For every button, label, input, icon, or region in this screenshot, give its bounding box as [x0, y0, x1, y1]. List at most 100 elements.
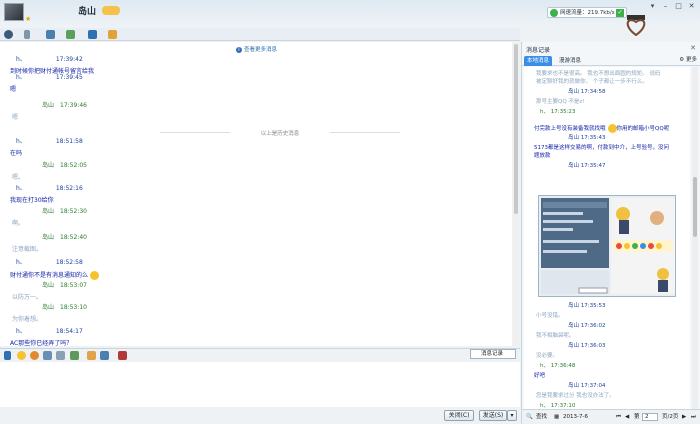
message-input[interactable] [0, 362, 520, 407]
history-scrollbar[interactable] [692, 67, 698, 409]
send-button[interactable]: 发送(S) [479, 410, 507, 421]
history-message-header: h、 17:36:48 [540, 363, 575, 370]
network-flow[interactable]: 网速流量：219.7kb/s ✓ [547, 7, 627, 18]
voice-call-icon[interactable] [24, 30, 30, 39]
history-message-content: 岛山 17:36:02 [568, 323, 606, 329]
message-text[interactable]: 在吗 [10, 150, 22, 157]
message-header: h、 18:52:16 [16, 185, 83, 192]
next-page-icon[interactable]: ▶ [682, 410, 686, 424]
file-transfer-icon[interactable] [46, 30, 55, 39]
message-text[interactable]: 嗯 [12, 114, 18, 121]
message-sender: h、 [16, 185, 26, 192]
history-message-content: h、 17:35:23 [540, 109, 576, 115]
history-message-text: 5173都是这样交易的啊，付款到中介，上号验号，没问 [534, 145, 669, 152]
message-text[interactable]: 我现在打30给你 [10, 197, 54, 204]
message-sender: 岛山 [42, 304, 55, 311]
image-icon[interactable] [70, 351, 79, 360]
message-header: h、 18:51:58 [16, 138, 83, 145]
message-history-button[interactable]: 消息记录 [470, 349, 516, 359]
screenshot-image[interactable] [538, 195, 676, 297]
history-divider: 以上是历史消息 [160, 129, 400, 137]
scrollbar-thumb[interactable] [514, 44, 518, 214]
history-list[interactable]: 我要求也不是很高。 我也不想出面圆的规矩。 说码 被定聊好我的就做你。 个子都让一… [524, 67, 690, 409]
page-prefix: 第 [634, 414, 640, 420]
close-window-button[interactable]: ✕ [686, 2, 697, 11]
gift-icon[interactable] [118, 351, 127, 360]
message-text[interactable]: 嗯 [10, 86, 16, 93]
last-page-icon[interactable]: ⏭ [691, 410, 696, 424]
voice-message-icon[interactable] [56, 351, 65, 360]
message-time: 18:54:17 [55, 328, 83, 335]
more-apps-icon[interactable] [108, 30, 117, 39]
message-sender: 岛山 [42, 208, 55, 215]
network-flow-label: 网速流量：219.7kb/s [560, 10, 615, 16]
message-text[interactable]: 啊。 [12, 220, 24, 227]
history-scrollbar-thumb[interactable] [693, 177, 697, 237]
history-tabs: 本地消息 漫游消息 [522, 55, 700, 66]
message-text[interactable]: 以防万一。 [12, 294, 42, 301]
shake-icon[interactable] [43, 351, 52, 360]
chat-scrollbar[interactable] [513, 42, 519, 346]
message-sender: h、 [16, 74, 26, 81]
message-sender: 岛山 [42, 162, 55, 169]
history-message-text: 好吧 [534, 373, 545, 380]
history-message-content: 我要求也不是很高。 我也不想出面圆的规矩。 说码 [536, 71, 661, 77]
menu-icon[interactable]: ▾ [647, 2, 658, 11]
message-time: 17:39:46 [60, 102, 87, 109]
first-page-icon[interactable]: ⏮ [616, 410, 621, 424]
message-sender: h、 [16, 56, 26, 63]
message-sender: h、 [16, 259, 26, 266]
maximize-button[interactable]: □ [673, 2, 684, 11]
history-message-content: 岛山 17:35:43 [568, 135, 606, 141]
tab-online-messages[interactable]: 漫游消息 [556, 56, 584, 66]
close-panel-icon[interactable]: ✕ [690, 44, 696, 52]
history-message-content: h、 17:36:48 [540, 363, 576, 369]
font-icon[interactable] [4, 351, 11, 360]
history-message-content: 5173都是这样交易的啊，付款到中介，上号验号，没问 [534, 145, 669, 151]
history-message-content: 没必要。 [536, 353, 559, 359]
video-call-icon[interactable] [4, 30, 13, 39]
message-body: 为你着想。 [12, 316, 43, 323]
history-panel-title: 消息记录 [526, 47, 551, 54]
minimize-button[interactable]: – [660, 2, 671, 11]
magic-emoji-icon[interactable] [30, 351, 39, 360]
tab-local-messages[interactable]: 本地消息 [524, 56, 553, 66]
music-icon[interactable] [87, 351, 96, 360]
emoji-icon[interactable] [17, 351, 26, 360]
message-time: 17:39:45 [55, 74, 83, 81]
message-header: 岛山 18:53:07 [42, 282, 87, 289]
history-message-text: 我要求也不是很高。 我也不想出面圆的规矩。 说码 [536, 71, 661, 78]
history-message-header: 岛山 17:35:43 [568, 135, 605, 142]
chat-toolbar [0, 28, 520, 41]
page-input[interactable]: 2 [642, 413, 658, 421]
message-body: 嗯 [10, 86, 17, 93]
view-more-link[interactable]: i 查看更多消息 [236, 45, 277, 53]
search-icon[interactable]: 🔍 [526, 410, 533, 424]
calendar-icon[interactable]: ▦ [554, 410, 559, 424]
message-body: 啊。 [12, 220, 25, 227]
message-header: 岛山 17:39:46 [42, 102, 87, 109]
message-header: 岛山 18:52:30 [42, 208, 87, 215]
message-text[interactable]: AC那些你已经弄了吗？ [10, 340, 72, 346]
message-text[interactable]: 注意截图。 [12, 246, 42, 253]
history-message-content: 那号主要QQ 不是z! [536, 99, 585, 105]
message-text[interactable]: 为你着想。 [12, 316, 42, 323]
message-sender: h、 [16, 328, 26, 335]
avatar[interactable] [4, 3, 24, 21]
chat-history[interactable]: i 查看更多消息 以上是历史消息 h、 17:39:42 到时候你把财付通帐号留言给我… [0, 42, 512, 346]
history-message-text: 没必要。 [536, 353, 558, 360]
screenshot-icon[interactable] [100, 351, 109, 360]
prev-page-icon[interactable]: ◀ [625, 410, 629, 424]
message-text[interactable]: 财付通你不是有消息通知的么 [10, 271, 100, 280]
history-date[interactable]: 2013-7-6 [563, 410, 588, 424]
app-icon[interactable] [66, 30, 75, 39]
message-text[interactable]: 嗯。 [12, 174, 24, 181]
search-label[interactable]: 查找 [536, 410, 547, 424]
gear-icon: ⚙ [679, 57, 685, 63]
history-message-header: 岛山 17:36:02 [568, 323, 605, 330]
close-button[interactable]: 关闭(C) [444, 410, 474, 421]
vip-badge-icon [102, 6, 120, 15]
remote-desktop-icon[interactable] [88, 30, 97, 39]
history-more-button[interactable]: ⚙ 更多 [679, 55, 697, 63]
send-options-button[interactable]: ▾ [507, 410, 517, 421]
